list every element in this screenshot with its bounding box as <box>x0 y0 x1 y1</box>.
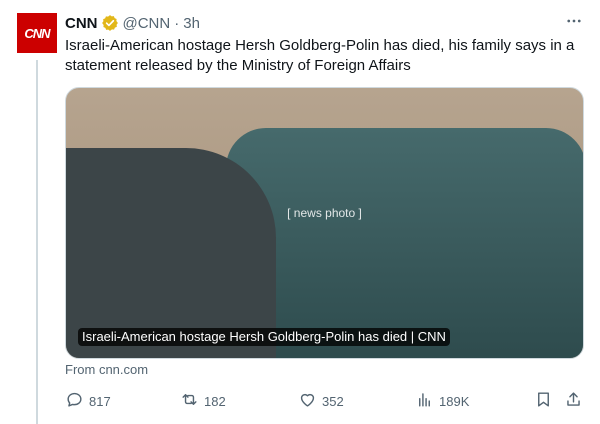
retweet-count: 182 <box>204 393 226 409</box>
retweet-icon <box>180 390 199 412</box>
heart-icon <box>298 390 317 412</box>
bookmark-icon <box>534 390 553 412</box>
display-name[interactable]: CNN <box>65 15 98 32</box>
views-icon <box>415 390 434 412</box>
avatar[interactable]: CNN <box>17 13 57 53</box>
retweet-button[interactable]: 182 <box>180 390 226 412</box>
reply-count: 817 <box>89 393 111 409</box>
share-button[interactable] <box>564 390 583 412</box>
media-placeholder-shape <box>226 128 583 358</box>
views-button[interactable]: 189K <box>415 390 469 412</box>
media-card[interactable]: [ news photo ] Israeli-American hostage … <box>65 87 584 359</box>
thread-line <box>36 60 38 424</box>
bookmark-button[interactable] <box>534 390 553 412</box>
share-icon <box>564 390 583 412</box>
link-source[interactable]: From cnn.com <box>65 362 148 377</box>
handle[interactable]: @CNN <box>123 15 171 32</box>
action-bar: 817 182 352 189K <box>65 390 585 412</box>
tweet[interactable]: CNN CNN @CNN · 3h Israeli-American hosta… <box>0 0 600 424</box>
more-options-icon[interactable] <box>564 11 584 31</box>
reply-icon <box>65 390 84 412</box>
tweet-header: CNN @CNN · 3h <box>65 13 584 33</box>
avatar-logo: CNN <box>24 25 50 41</box>
photo-placeholder: [ news photo ] <box>287 206 362 220</box>
separator-dot: · <box>174 14 180 32</box>
views-count: 189K <box>439 393 470 409</box>
tweet-text: Israeli-American hostage Hersh Goldberg-… <box>65 37 575 74</box>
like-button[interactable]: 352 <box>298 390 344 412</box>
timestamp[interactable]: 3h <box>183 15 200 32</box>
media-caption: Israeli-American hostage Hersh Goldberg-… <box>78 328 450 346</box>
like-count: 352 <box>322 393 344 409</box>
reply-button[interactable]: 817 <box>65 390 111 412</box>
verified-badge-icon[interactable] <box>101 14 119 32</box>
